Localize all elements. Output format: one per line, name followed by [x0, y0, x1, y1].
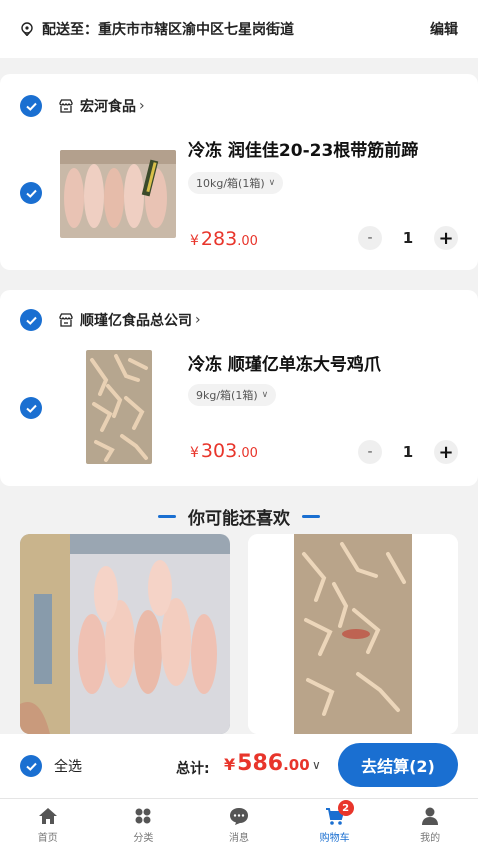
store-header: 宏河食品 ›: [20, 94, 145, 118]
edit-button[interactable]: 编辑: [430, 19, 458, 39]
heading-dash-right: [302, 515, 320, 518]
quantity-value: 1: [402, 229, 414, 247]
spec-label: 9kg/箱(1箱): [196, 389, 258, 402]
checkout-bar: 全选 总计: ¥ 586 .00 ∨ 去结算(2): [0, 734, 478, 798]
recommend-product-image: [20, 534, 230, 734]
store-icon: [59, 99, 73, 113]
spec-label: 10kg/箱(1箱): [196, 177, 265, 190]
recommend-product-card[interactable]: [248, 534, 458, 734]
select-all[interactable]: 全选: [20, 755, 82, 777]
delivery-address-bar[interactable]: 配送至：重庆市市辖区渝中区七星岗街道 编辑: [0, 0, 478, 58]
checkmark-icon: [25, 189, 37, 198]
tab-home[interactable]: 首页: [0, 799, 96, 850]
store-arrow-icon: ›: [195, 312, 201, 328]
checkmark-icon: [25, 102, 37, 111]
heading-dash-left: [158, 515, 176, 518]
select-all-checkbox[interactable]: [20, 755, 42, 777]
store-card: 顺瑾亿食品总公司 › 冷冻 顺瑾亿单冻大号鸡爪 9kg/箱(1箱) ∨ ¥ 30…: [0, 290, 478, 486]
quantity-plus-button[interactable]: +: [434, 440, 458, 464]
recommend-heading: 你可能还喜欢: [0, 504, 478, 529]
recommend-title: 你可能还喜欢: [188, 509, 290, 529]
checkmark-icon: [25, 762, 37, 771]
product-title[interactable]: 冷冻 润佳佳20-23根带筋前蹄: [188, 136, 418, 161]
item-checkbox[interactable]: [20, 397, 42, 419]
total-price: ¥ 586 .00: [224, 751, 310, 776]
chevron-down-icon: ∨: [268, 178, 276, 188]
select-all-label: 全选: [54, 759, 82, 775]
tab-category[interactable]: 分类: [96, 799, 192, 850]
total-details-chevron-icon[interactable]: ∨: [312, 758, 321, 772]
tab-cart[interactable]: 2 购物车: [287, 799, 383, 850]
store-card: 宏河食品 › 冷冻 润佳佳20-23根带筋前蹄 10kg/箱(1箱) ∨ ¥ 2…: [0, 74, 478, 270]
product-image-chicken-feet[interactable]: [86, 350, 152, 464]
spec-selector[interactable]: 9kg/箱(1箱) ∨: [188, 384, 277, 406]
store-checkbox[interactable]: [20, 309, 42, 331]
location-pin-icon: [21, 22, 33, 36]
item-checkbox[interactable]: [20, 182, 42, 204]
category-icon: [135, 808, 151, 824]
store-icon: [59, 313, 73, 327]
total-label: 总计:: [176, 761, 210, 777]
quantity-value: 1: [402, 443, 414, 461]
product-price: ¥ 303 .00: [190, 440, 258, 462]
tab-profile[interactable]: 我的: [382, 799, 478, 850]
recommend-product-image: [248, 534, 458, 734]
store-header: 顺瑾亿食品总公司 ›: [20, 308, 201, 332]
home-icon: [38, 808, 57, 824]
store-name[interactable]: 宏河食品: [80, 96, 136, 116]
checkmark-icon: [25, 316, 37, 325]
tab-messages[interactable]: 消息: [191, 799, 287, 850]
store-arrow-icon: ›: [139, 98, 145, 114]
product-price: ¥ 283 .00: [190, 228, 258, 250]
checkmark-icon: [25, 404, 37, 413]
quantity-minus-button[interactable]: -: [358, 440, 382, 464]
profile-icon: [422, 807, 439, 825]
spec-selector[interactable]: 10kg/箱(1箱) ∨: [188, 172, 284, 194]
chevron-down-icon: ∨: [261, 390, 269, 400]
store-checkbox[interactable]: [20, 95, 42, 117]
recommend-product-card[interactable]: [20, 534, 230, 734]
bottom-tab-bar: 首页 分类 消息 2 购物车 我的: [0, 798, 478, 850]
product-image-pig-trotters[interactable]: [60, 150, 176, 238]
cart-count-badge: 2: [337, 800, 354, 816]
delivery-address: 配送至：重庆市市辖区渝中区七星岗街道: [42, 22, 294, 38]
quantity-plus-button[interactable]: +: [434, 226, 458, 250]
checkout-button[interactable]: 去结算(2): [338, 743, 458, 787]
message-icon: [229, 808, 248, 825]
store-name[interactable]: 顺瑾亿食品总公司: [80, 310, 192, 330]
quantity-minus-button[interactable]: -: [358, 226, 382, 250]
product-title[interactable]: 冷冻 顺瑾亿单冻大号鸡爪: [188, 350, 381, 375]
